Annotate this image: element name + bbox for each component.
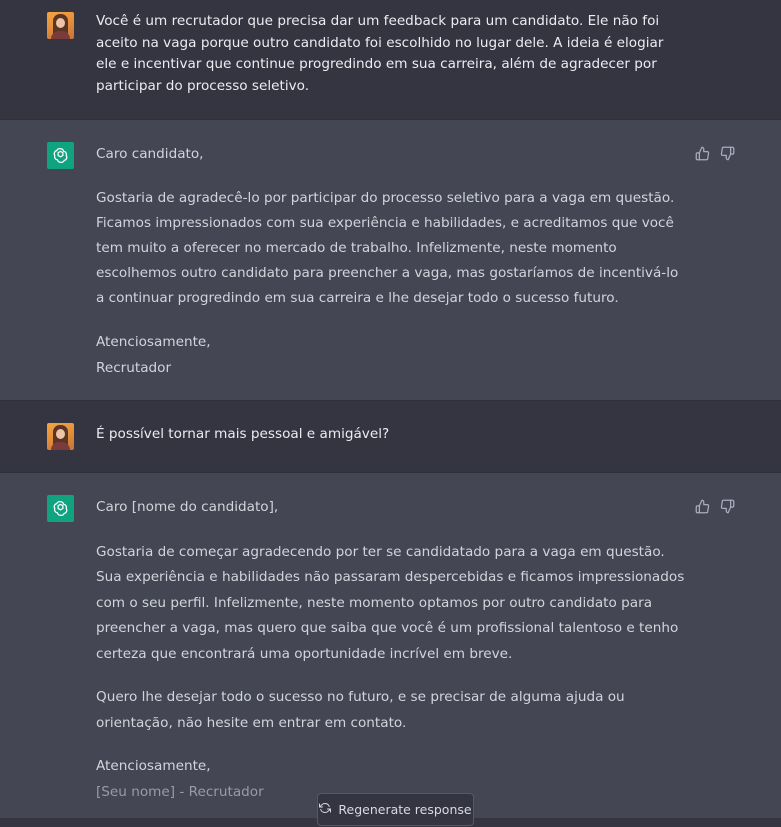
- greeting: Caro [nome do candidato],: [96, 499, 279, 515]
- assistant-message-text: Caro candidato, Gostaria de agradecê-lo …: [96, 144, 686, 381]
- message-body-2: Quero lhe desejar todo o sucesso no futu…: [96, 689, 625, 731]
- assistant-message-2: Caro [nome do candidato], Gostaria de co…: [0, 472, 781, 827]
- user-avatar: [47, 12, 74, 39]
- user-avatar: [47, 423, 74, 450]
- regenerate-response-button[interactable]: Regenerate response: [317, 793, 474, 826]
- message-body: Gostaria de começar agradecendo por ter …: [96, 543, 685, 662]
- user-message-text: Você é um recrutador que precisa dar um …: [96, 13, 664, 94]
- message-body: Gostaria de agradecê-lo por participar d…: [96, 189, 679, 306]
- feedback-buttons: [695, 146, 735, 165]
- openai-logo-icon: [47, 142, 74, 169]
- thumbs-up-icon[interactable]: [695, 146, 710, 165]
- thumbs-down-icon[interactable]: [720, 146, 735, 165]
- refresh-icon: [319, 802, 332, 817]
- closing: Atenciosamente,: [96, 758, 211, 774]
- thumbs-down-icon[interactable]: [720, 499, 735, 518]
- signature: Recrutador: [96, 359, 172, 376]
- thumbs-up-icon[interactable]: [695, 499, 710, 518]
- assistant-message-text: Caro [nome do candidato], Gostaria de co…: [96, 497, 686, 805]
- feedback-buttons: [695, 499, 735, 518]
- greeting: Caro candidato,: [96, 146, 204, 162]
- regenerate-label: Regenerate response: [338, 802, 472, 817]
- assistant-message-1: Caro candidato, Gostaria de agradecê-lo …: [0, 119, 781, 401]
- user-message-1: Você é um recrutador que precisa dar um …: [0, 0, 781, 119]
- user-message-2: É possível tornar mais pessoal e amigáve…: [0, 401, 781, 472]
- user-message-text: É possível tornar mais pessoal e amigáve…: [96, 426, 390, 442]
- closing: Atenciosamente,: [96, 333, 211, 350]
- openai-logo-icon: [47, 495, 74, 522]
